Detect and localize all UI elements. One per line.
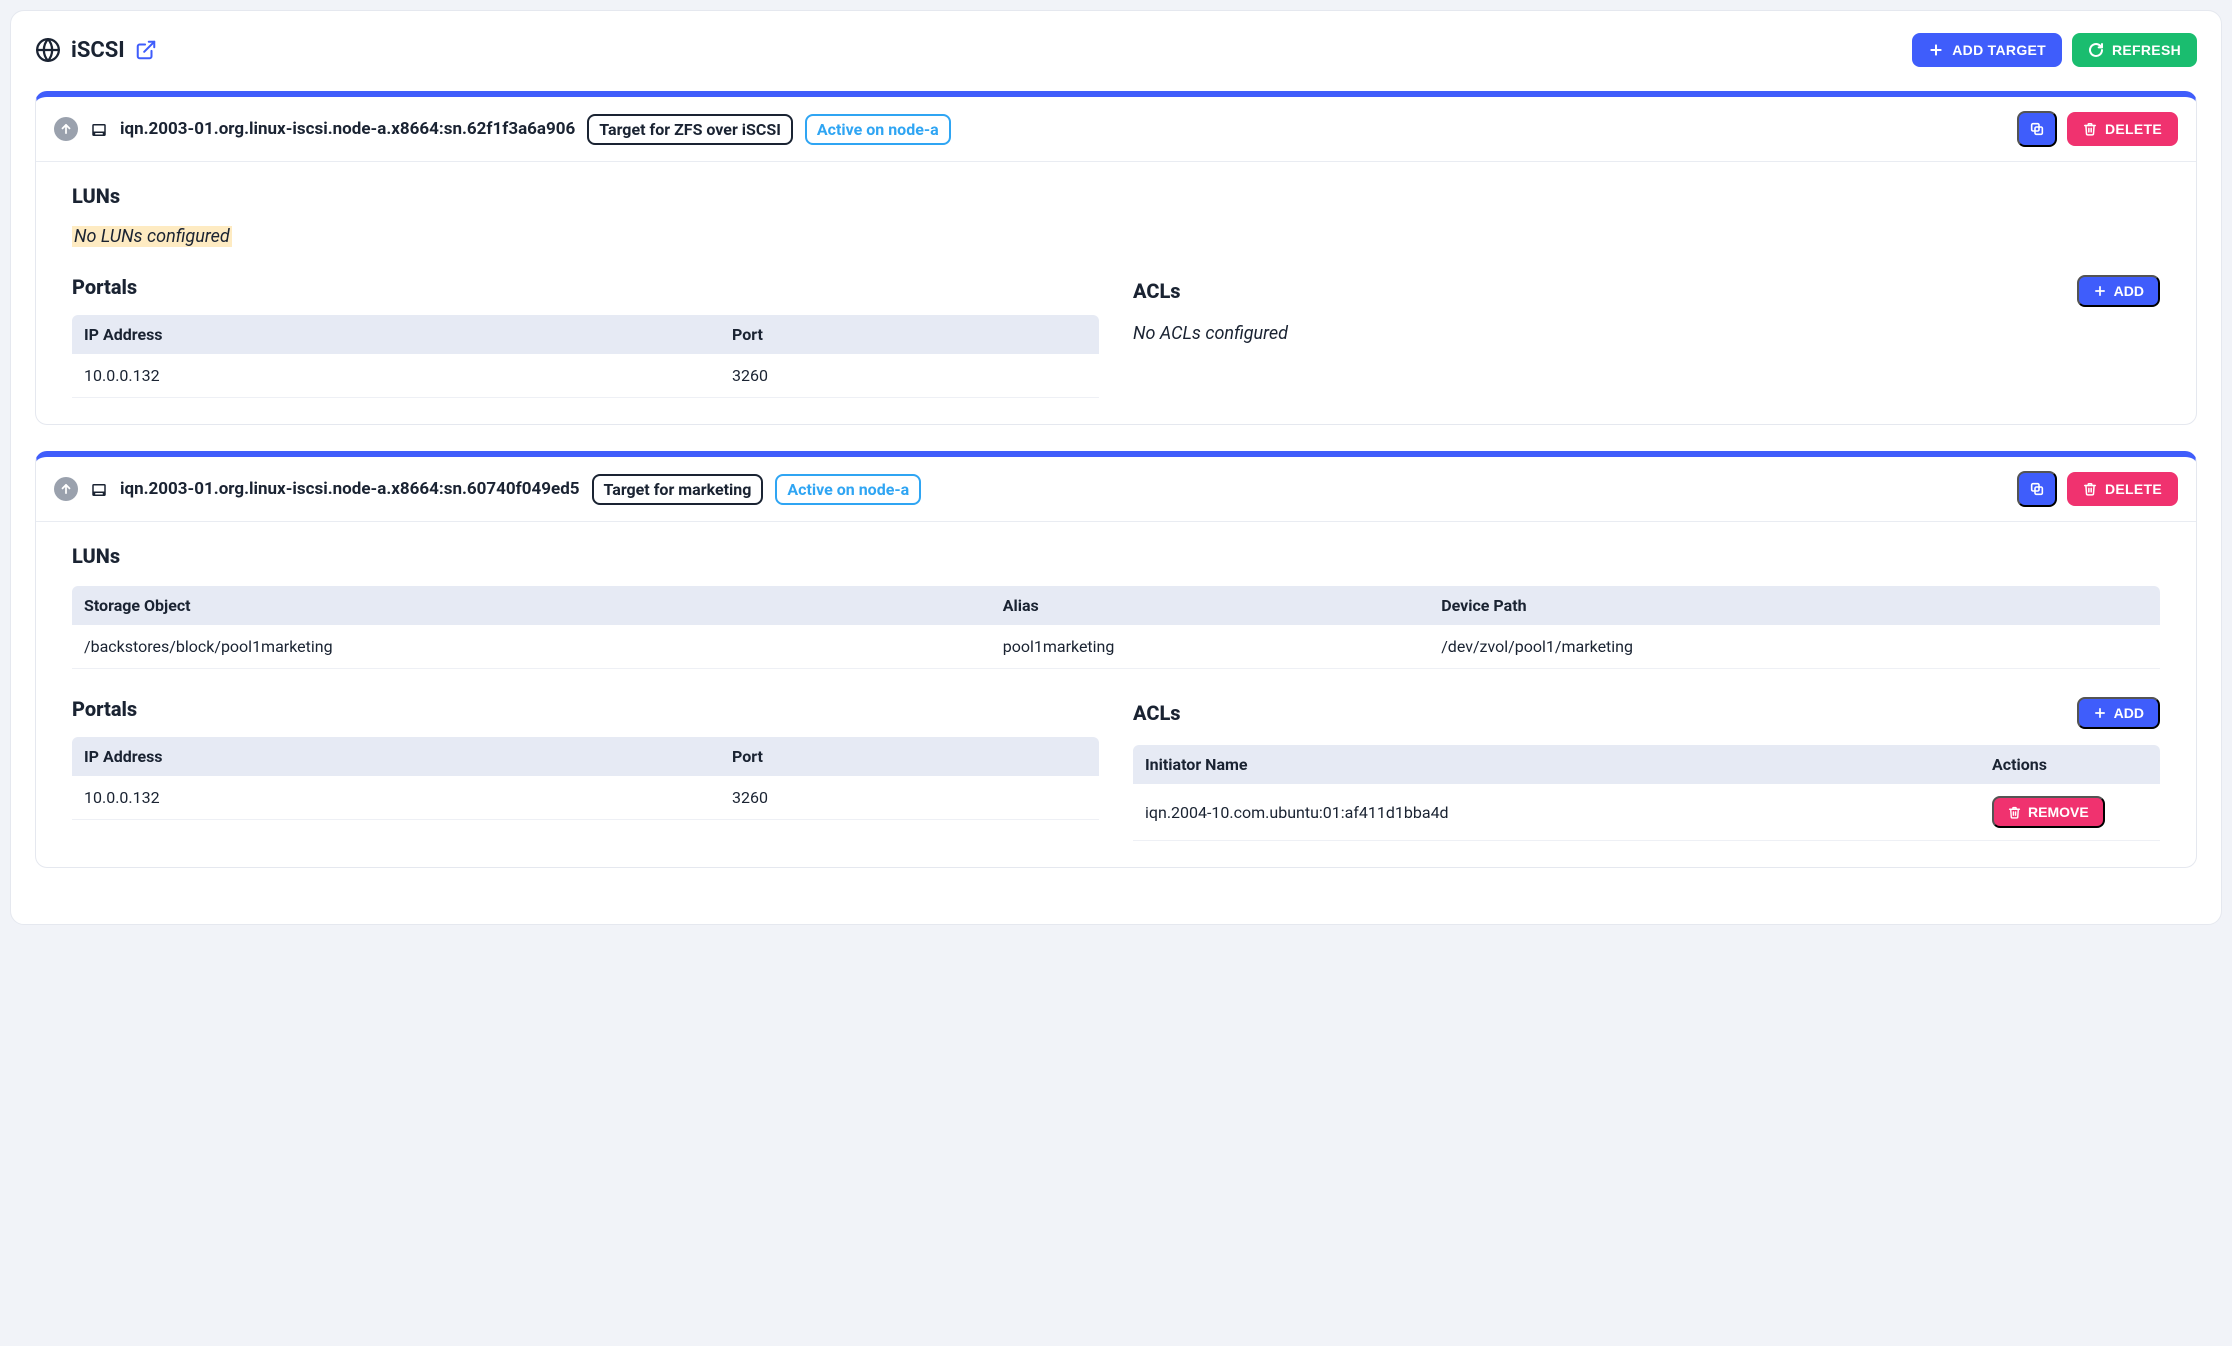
portal-port: 3260	[720, 776, 1099, 820]
remove-acl-button[interactable]: REMOVE	[1992, 796, 2105, 828]
target-description-badge: Target for ZFS over iSCSI	[587, 114, 793, 145]
delete-target-button[interactable]: DELETE	[2067, 472, 2178, 506]
add-acl-label: ADD	[2114, 283, 2144, 299]
refresh-icon	[2088, 42, 2104, 58]
page-header: iSCSI ADD TARGET REFRESH	[35, 33, 2197, 67]
luns-th-storage: Storage Object	[72, 586, 991, 625]
delete-target-button[interactable]: DELETE	[2067, 112, 2178, 146]
copy-iqn-button[interactable]	[2017, 471, 2057, 507]
copy-icon	[2029, 121, 2045, 137]
add-target-label: ADD TARGET	[1952, 42, 2046, 58]
trash-icon	[2083, 122, 2097, 136]
target-header: iqn.2003-01.org.linux-iscsi.node-a.x8664…	[36, 97, 2196, 162]
acls-table: Initiator Name Actions iqn.2004-10.com.u…	[1133, 745, 2160, 841]
acls-empty: No ACLs configured	[1133, 323, 2160, 344]
portals-col: Portals IP Address Port 10.0.0.132	[72, 275, 1099, 398]
copy-icon	[2029, 481, 2045, 497]
target-header-right: DELETE	[2017, 471, 2178, 507]
trash-icon	[2008, 806, 2021, 819]
target-iqn: iqn.2003-01.org.linux-iscsi.node-a.x8664…	[120, 479, 580, 499]
refresh-button[interactable]: REFRESH	[2072, 33, 2197, 67]
acls-col: ACLs ADD No ACLs configured	[1133, 275, 2160, 398]
luns-title: LUNs	[72, 544, 2160, 568]
remove-acl-label: REMOVE	[2028, 804, 2089, 820]
luns-title: LUNs	[72, 184, 2160, 208]
luns-table: Storage Object Alias Device Path /backst…	[72, 586, 2160, 669]
disk-icon	[90, 480, 108, 498]
luns-empty: No LUNs configured	[72, 226, 232, 247]
portal-ip: 10.0.0.132	[72, 354, 720, 398]
page-title: iSCSI	[71, 38, 125, 63]
page-container: iSCSI ADD TARGET REFRESH	[10, 10, 2222, 925]
portals-table: IP Address Port 10.0.0.132 3260	[72, 737, 1099, 820]
luns-th-alias: Alias	[991, 586, 1429, 625]
acls-th-initiator: Initiator Name	[1133, 745, 1980, 784]
portals-th-port: Port	[720, 315, 1099, 354]
target-status-badge: Active on node-a	[805, 114, 951, 145]
target-status-badge: Active on node-a	[775, 474, 921, 505]
table-row: 10.0.0.132 3260	[72, 354, 1099, 398]
lun-alias: pool1marketing	[991, 625, 1429, 669]
target-card: iqn.2003-01.org.linux-iscsi.node-a.x8664…	[35, 91, 2197, 425]
target-iqn: iqn.2003-01.org.linux-iscsi.node-a.x8664…	[120, 119, 575, 139]
target-description-badge: Target for marketing	[592, 474, 764, 505]
target-header-right: DELETE	[2017, 111, 2178, 147]
target-header-left: iqn.2003-01.org.linux-iscsi.node-a.x8664…	[54, 114, 951, 145]
portals-th-ip: IP Address	[72, 737, 720, 776]
portals-th-ip: IP Address	[72, 315, 720, 354]
portal-port: 3260	[720, 354, 1099, 398]
add-acl-label: ADD	[2114, 705, 2144, 721]
table-row: 10.0.0.132 3260	[72, 776, 1099, 820]
lun-storage-object: /backstores/block/pool1marketing	[72, 625, 991, 669]
plus-icon	[1928, 42, 1944, 58]
external-link-icon[interactable]	[135, 39, 157, 61]
plus-icon	[2093, 706, 2107, 720]
copy-iqn-button[interactable]	[2017, 111, 2057, 147]
lun-device-path: /dev/zvol/pool1/marketing	[1429, 625, 2160, 669]
add-target-button[interactable]: ADD TARGET	[1912, 33, 2062, 67]
page-title-wrap: iSCSI	[35, 37, 157, 63]
acls-th-actions: Actions	[1980, 745, 2160, 784]
acl-initiator: iqn.2004-10.com.ubuntu:01:af411d1bba4d	[1133, 784, 1980, 841]
acls-title: ACLs	[1133, 701, 1181, 725]
target-card: iqn.2003-01.org.linux-iscsi.node-a.x8664…	[35, 451, 2197, 868]
collapse-toggle[interactable]	[54, 477, 78, 501]
page-actions: ADD TARGET REFRESH	[1912, 33, 2197, 67]
plus-icon	[2093, 284, 2107, 298]
table-row: iqn.2004-10.com.ubuntu:01:af411d1bba4d R…	[1133, 784, 2160, 841]
portal-ip: 10.0.0.132	[72, 776, 720, 820]
delete-label: DELETE	[2105, 121, 2162, 137]
portals-table: IP Address Port 10.0.0.132 3260	[72, 315, 1099, 398]
refresh-label: REFRESH	[2112, 42, 2181, 58]
collapse-toggle[interactable]	[54, 117, 78, 141]
portals-title: Portals	[72, 697, 137, 721]
arrow-up-icon	[59, 482, 73, 496]
acls-col: ACLs ADD Initiator Name Actions	[1133, 697, 2160, 841]
target-body: LUNs Storage Object Alias Device Path /b…	[36, 522, 2196, 867]
target-header: iqn.2003-01.org.linux-iscsi.node-a.x8664…	[36, 457, 2196, 522]
trash-icon	[2083, 482, 2097, 496]
portals-title: Portals	[72, 275, 137, 299]
portals-acls-row: Portals IP Address Port 10.0.0.132	[72, 275, 2160, 398]
disk-icon	[90, 120, 108, 138]
portals-acls-row: Portals IP Address Port 10.0.0.132	[72, 697, 2160, 841]
target-body: LUNs No LUNs configured Portals IP Addre…	[36, 162, 2196, 424]
target-header-left: iqn.2003-01.org.linux-iscsi.node-a.x8664…	[54, 474, 921, 505]
arrow-up-icon	[59, 122, 73, 136]
acl-actions-cell: REMOVE	[1980, 784, 2160, 841]
delete-label: DELETE	[2105, 481, 2162, 497]
portals-col: Portals IP Address Port 10.0.0.132	[72, 697, 1099, 841]
table-row: /backstores/block/pool1marketing pool1ma…	[72, 625, 2160, 669]
add-acl-button[interactable]: ADD	[2077, 275, 2160, 307]
add-acl-button[interactable]: ADD	[2077, 697, 2160, 729]
acls-title: ACLs	[1133, 279, 1181, 303]
luns-th-device: Device Path	[1429, 586, 2160, 625]
portals-th-port: Port	[720, 737, 1099, 776]
globe-icon	[35, 37, 61, 63]
